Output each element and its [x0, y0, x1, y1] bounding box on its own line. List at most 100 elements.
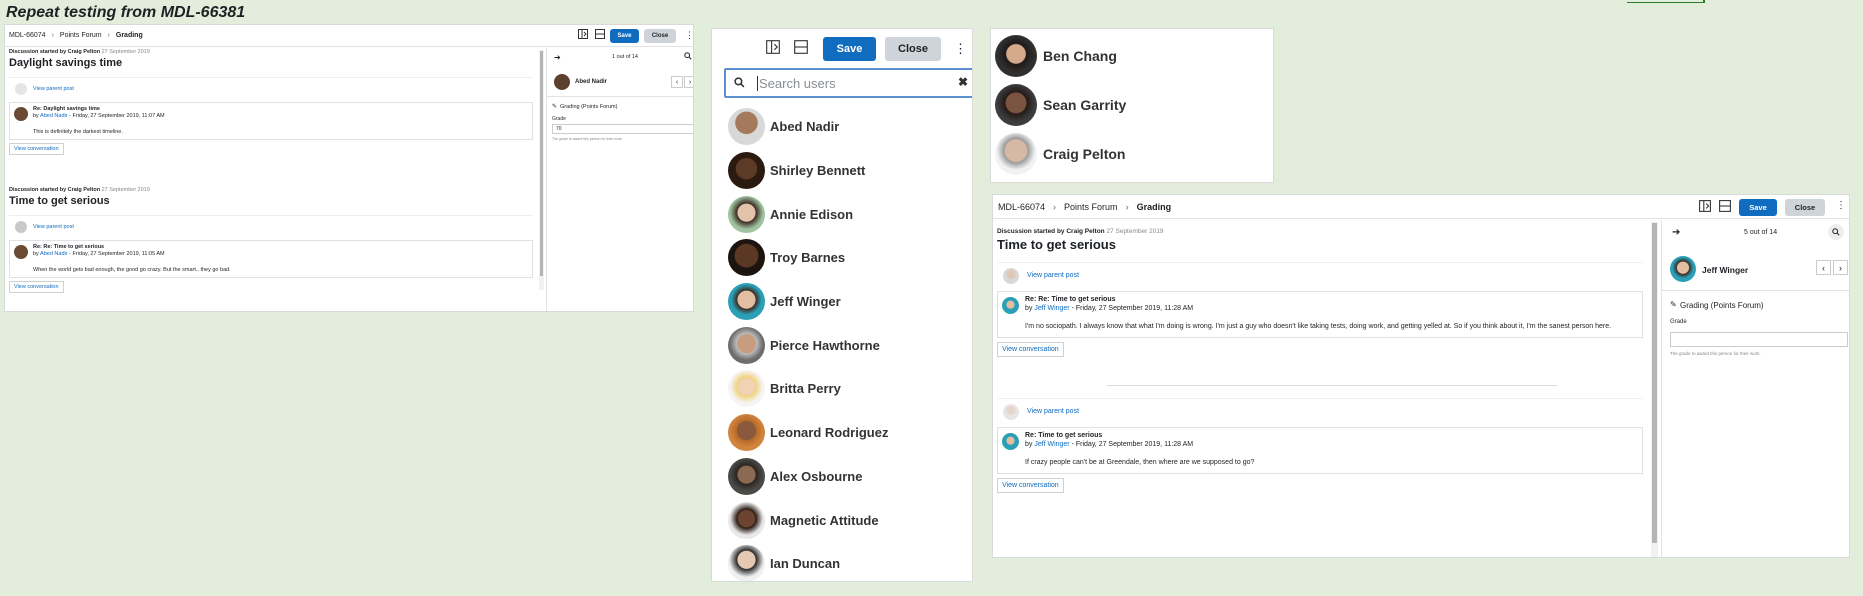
grading-label: Grading (Points Forum) — [560, 104, 618, 110]
grade-help: The grade to award this person for their… — [1670, 351, 1761, 356]
collapse-left-icon[interactable] — [1699, 200, 1711, 212]
discussion-meta: Discussion started by Craig Pelton 27 Se… — [9, 49, 533, 55]
author-link[interactable]: Jeff Winger — [1034, 305, 1069, 312]
discussion-starter: Discussion started by Craig Pelton — [997, 228, 1105, 235]
user-name: Alex Osbourne — [770, 468, 863, 484]
scrollbar-thumb[interactable] — [540, 51, 543, 276]
arrow-right-icon[interactable]: ➔ — [1672, 227, 1680, 238]
search-icon[interactable] — [1828, 224, 1844, 240]
close-button[interactable]: Close — [1785, 199, 1825, 216]
avatar — [728, 108, 765, 146]
view-conversation-button[interactable]: View conversation — [9, 143, 64, 155]
discussion-date: 27 September 2019 — [101, 187, 150, 193]
chevron-left-icon[interactable]: ‹ — [671, 76, 683, 88]
search-users-field[interactable]: Search users ✖ — [724, 68, 972, 98]
user-list-item[interactable]: Sean Garrity — [991, 80, 1273, 129]
post-title: Re: Daylight savings time — [33, 106, 100, 112]
close-icon[interactable]: ✖ — [958, 75, 968, 89]
view-parent-post-link[interactable]: View parent post — [1027, 272, 1079, 279]
post-date: - Friday, 27 September 2019, 11:28 AM — [1071, 305, 1194, 312]
avatar — [728, 283, 765, 321]
discussion-meta: Discussion started by Craig Pelton 27 Se… — [997, 228, 1643, 235]
user-list-item[interactable]: Troy Barnes — [728, 236, 972, 280]
user-list-continued-screenshot: Ben Chang Sean Garrity Craig Pelton — [990, 28, 1274, 183]
kebab-icon[interactable]: ⋮ — [685, 30, 693, 41]
arrow-right-icon[interactable]: ➔ — [554, 53, 561, 62]
avatar — [15, 82, 27, 95]
view-conversation-button[interactable]: View conversation — [997, 342, 1064, 357]
search-icon[interactable] — [684, 52, 692, 62]
user-name: Pierce Hawthorne — [770, 337, 880, 353]
breadcrumb-separator: › — [107, 32, 110, 39]
collapse-left-icon[interactable] — [578, 29, 588, 39]
user-list-item[interactable]: Alex Osbourne — [728, 455, 972, 499]
search-users-input[interactable]: Search users — [757, 75, 836, 91]
user-list-item[interactable]: Abed Nadir — [728, 105, 972, 149]
avatar — [728, 239, 765, 277]
grading-screenshot-2: MDL-66074 › Points Forum › Grading Save … — [992, 194, 1850, 558]
view-conversation-button[interactable]: View conversation — [9, 281, 64, 293]
user-list-item[interactable]: Pierce Hawthorne — [728, 323, 972, 367]
user-list-item[interactable]: Ben Chang — [991, 31, 1273, 80]
user-list-item[interactable]: Jeff Winger — [728, 280, 972, 324]
user-list-item[interactable]: Britta Perry — [728, 367, 972, 411]
view-parent-post-link[interactable]: View parent post — [33, 86, 74, 92]
post: Re: Re: Time to get serious by Jeff Wing… — [997, 291, 1643, 338]
grade-input[interactable] — [1670, 332, 1848, 347]
breadcrumb-forum[interactable]: Points Forum — [60, 32, 102, 39]
post: Re: Re: Time to get serious by Abed Nadi… — [9, 240, 533, 278]
user-list-item[interactable]: Annie Edison — [728, 192, 972, 236]
close-button[interactable]: Close — [644, 29, 676, 43]
user-name: Britta Perry — [770, 381, 841, 397]
user-list-item[interactable]: Leonard Rodriguez — [728, 411, 972, 455]
by-label: by — [33, 251, 39, 257]
forum-posts: Discussion started by Craig Pelton 27 Se… — [5, 48, 538, 311]
avatar — [1670, 256, 1696, 282]
user-list-item[interactable]: Magnetic Attitude — [728, 498, 972, 542]
view-conversation-button[interactable]: View conversation — [997, 478, 1064, 493]
kebab-icon[interactable]: ⋮ — [1836, 200, 1846, 211]
collapse-center-icon[interactable] — [595, 29, 605, 39]
author-link[interactable]: Abed Nadir — [40, 113, 68, 119]
chevron-right-icon[interactable]: › — [684, 76, 693, 88]
scrollbar-thumb[interactable] — [1652, 223, 1657, 543]
grade-label: Grade — [1670, 319, 1687, 325]
user-list: Abed Nadir Shirley Bennett Annie Edison … — [728, 105, 972, 581]
grade-input[interactable]: 70 — [552, 124, 693, 134]
avatar — [728, 457, 765, 495]
close-button[interactable]: Close — [885, 37, 941, 61]
collapse-center-icon[interactable] — [1719, 200, 1731, 212]
parent-post-row: View parent post — [9, 215, 533, 237]
avatar — [1003, 403, 1019, 420]
forum-posts: Discussion started by Craig Pelton 27 Se… — [993, 220, 1647, 557]
grading-label: Grading (Points Forum) — [1680, 301, 1764, 310]
chevron-right-icon[interactable]: › — [1833, 260, 1848, 275]
save-button[interactable]: Save — [823, 37, 876, 61]
user-picker-screenshot: Save Close ⋮ Search users ✖ Abed Nadir S… — [711, 28, 973, 582]
post-byline: by Abed Nadir - Friday, 27 September 201… — [33, 113, 165, 119]
author-link[interactable]: Abed Nadir — [40, 251, 68, 257]
breadcrumb-separator: › — [51, 32, 54, 39]
discussion-starter: Discussion started by Craig Pelton — [9, 187, 101, 193]
save-button[interactable]: Save — [610, 29, 639, 43]
breadcrumb-course[interactable]: MDL-66074 — [9, 32, 46, 39]
view-parent-post-link[interactable]: View parent post — [1027, 408, 1079, 415]
user-list-item[interactable]: Ian Duncan — [728, 542, 972, 581]
breadcrumb-course[interactable]: MDL-66074 — [998, 202, 1045, 212]
grade-label: Grade — [552, 116, 566, 122]
kebab-icon[interactable]: ⋮ — [954, 41, 967, 57]
post-byline: by Jeff Winger - Friday, 27 September 20… — [1025, 305, 1193, 312]
discussion-title: Daylight savings time — [9, 57, 123, 69]
save-button[interactable]: Save — [1739, 199, 1777, 216]
author-link[interactable]: Jeff Winger — [1034, 441, 1069, 448]
collapse-left-icon[interactable] — [766, 40, 780, 54]
chevron-left-icon[interactable]: ‹ — [1816, 260, 1831, 275]
user-count: 1 out of 14 — [612, 54, 638, 60]
collapse-center-icon[interactable] — [794, 40, 808, 54]
view-parent-post-link[interactable]: View parent post — [33, 224, 74, 230]
discussion-date: 27 September 2019 — [101, 49, 150, 55]
breadcrumb-forum[interactable]: Points Forum — [1064, 202, 1118, 212]
user-list-item[interactable]: Craig Pelton — [991, 129, 1273, 178]
user-list-item[interactable]: Shirley Bennett — [728, 149, 972, 193]
grader-header: MDL-66074 › Points Forum › Grading Save … — [993, 195, 1849, 219]
